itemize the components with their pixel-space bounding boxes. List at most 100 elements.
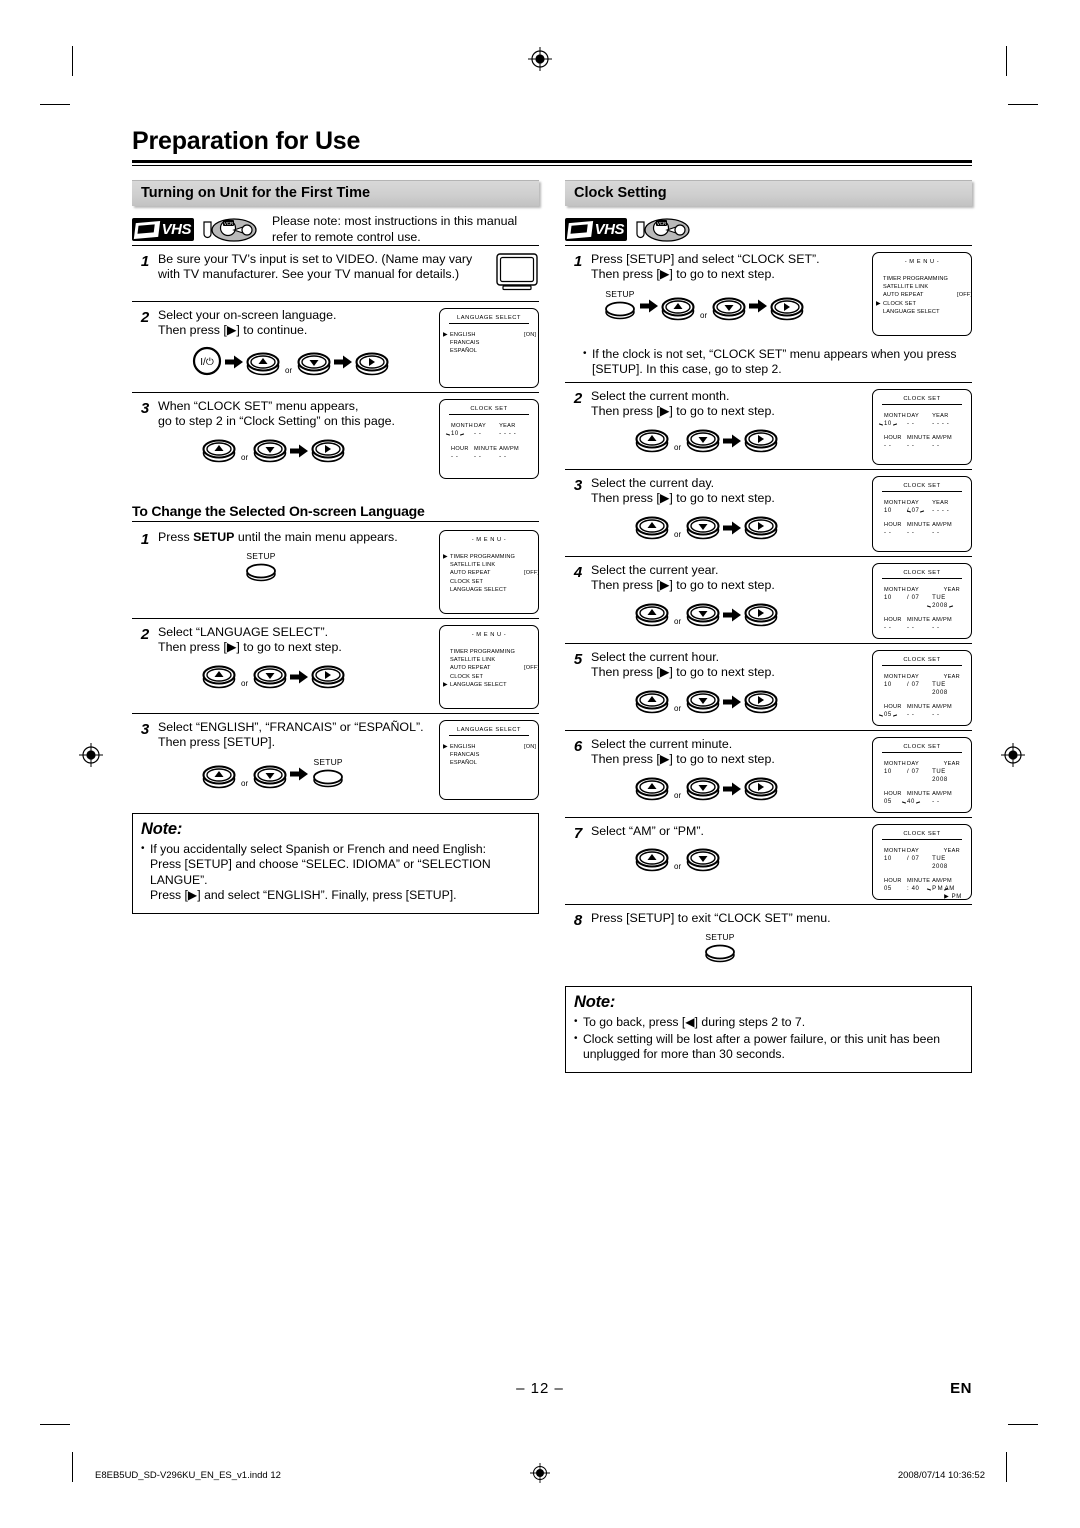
key-right[interactable] — [355, 350, 389, 381]
note-heading: Note: — [574, 993, 616, 1011]
key-down[interactable] — [686, 601, 720, 632]
key-up[interactable] — [661, 295, 695, 326]
osd-title: LANGUAGE SELECT — [457, 314, 521, 321]
key-down[interactable] — [297, 350, 331, 381]
label-year: YEAR — [943, 760, 960, 767]
key-down[interactable] — [712, 295, 746, 326]
label-minute: MINUTE — [907, 434, 931, 441]
key-right[interactable] — [744, 775, 778, 806]
step-text: Press SETUP until the main menu appears. — [158, 529, 398, 544]
osd-row-label: AUTO REPEAT — [883, 292, 924, 299]
value-ampm: - - — [932, 442, 940, 449]
osd-language-select: LANGUAGE SELECT ▶ ENGLISH [ON] FRANCAIS ES… — [439, 719, 539, 800]
key-down[interactable] — [686, 514, 720, 545]
osd-title: CLOCK SET — [903, 743, 941, 750]
label-minute: MINUTE — [907, 790, 931, 797]
crop-mark-tl-v — [72, 46, 73, 76]
osd-row-label: LANGUAGE SELECT — [883, 309, 940, 316]
key-up[interactable] — [202, 663, 236, 694]
value-month: 10 — [884, 507, 892, 514]
key-setup[interactable]: SETUP — [311, 757, 345, 794]
tv-icon — [496, 252, 538, 290]
value-weekday: TUE — [932, 768, 946, 775]
osd-row-label: TIMER PROGRAMMING — [450, 553, 516, 560]
setup-bracket-label: SETUP — [193, 529, 235, 544]
value-minute: - - — [907, 624, 915, 631]
key-or-label: or — [674, 616, 682, 626]
footer-filename: E8EB5UD_SD-V296KU_EN_ES_v1.indd 12 — [95, 1470, 281, 1481]
osd-row-label: TIMER PROGRAMMING — [450, 648, 516, 655]
key-up[interactable] — [246, 350, 280, 381]
slash: / — [907, 594, 910, 601]
arrow-icon — [723, 695, 742, 708]
key-down[interactable] — [686, 775, 720, 806]
key-up[interactable] — [635, 601, 669, 632]
key-right[interactable] — [744, 601, 778, 632]
key-right[interactable] — [744, 688, 778, 719]
label-day: DAY — [907, 499, 920, 506]
key-right[interactable] — [770, 295, 804, 326]
key-down[interactable] — [253, 663, 287, 694]
crop-mark-bot-h2 — [1008, 1424, 1038, 1425]
step-row: 2 Select the current month. Then press [… — [565, 383, 972, 469]
label-ampm: AM/PM — [932, 790, 952, 797]
key-down[interactable] — [686, 688, 720, 719]
note-item: If you accidentally select Spanish or Fr… — [141, 841, 530, 904]
osd-clock-body: MONTH DAY YEAR 10 / 07 TUE 2008 HOUR MINUTE AM… — [873, 579, 971, 632]
key-up[interactable] — [635, 514, 669, 545]
step-number: 3 — [140, 720, 150, 738]
label-hour: HOUR — [884, 877, 902, 884]
key-down[interactable] — [253, 437, 287, 468]
value-year: 2008 — [932, 863, 948, 870]
key-up[interactable] — [635, 775, 669, 806]
key-up[interactable] — [635, 688, 669, 719]
key-setup[interactable]: SETUP — [603, 289, 637, 326]
arrow-icon — [290, 670, 309, 683]
label-year: YEAR — [932, 412, 949, 419]
key-right[interactable] — [311, 437, 345, 468]
osd-row: TIMER PROGRAMMING — [883, 275, 971, 283]
cassette-icon — [132, 219, 162, 241]
key-sequence: or SETUP — [202, 757, 435, 794]
key-setup[interactable]: SETUP — [244, 552, 278, 588]
step-text: Select the current month. Then press [▶]… — [591, 388, 775, 419]
label-minute: MINUTE — [474, 445, 498, 452]
vhs-label: VHS — [594, 221, 625, 238]
label-hour: HOUR — [884, 790, 902, 797]
cursor-icon: ▶ — [443, 682, 448, 689]
osd-row-value: [OFF] — [524, 570, 540, 577]
crop-mark-tr-v — [1006, 46, 1007, 76]
step-aside: - M E N U - TIMER PROGRAMMING SATELLITE … — [439, 624, 539, 709]
arrow-icon — [723, 434, 742, 447]
key-sequence: SETUP — [703, 933, 968, 969]
key-right[interactable] — [744, 427, 778, 458]
key-setup[interactable]: SETUP — [703, 933, 737, 969]
osd-row: ESPAÑOL — [450, 347, 538, 355]
value-minute: - - — [907, 711, 915, 718]
key-down[interactable] — [686, 427, 720, 458]
value-ampm: - - — [499, 453, 507, 460]
note-line-2: Press [SETUP] and choose “SELEC. IDIOMA”… — [150, 857, 491, 887]
label-minute: MINUTE — [907, 877, 931, 884]
osd-clock-values: 10 - - - - - - — [451, 430, 527, 438]
step-number: 4 — [573, 563, 583, 581]
key-down[interactable] — [253, 763, 287, 794]
key-up[interactable] — [635, 846, 669, 877]
key-power[interactable]: I/⏻ — [192, 346, 222, 381]
key-right[interactable] — [311, 663, 345, 694]
registration-mark-left — [78, 742, 104, 768]
key-up[interactable] — [635, 427, 669, 458]
key-up[interactable] — [202, 437, 236, 468]
osd-language-select: LANGUAGE SELECT ▶ ENGLISH [ON] FRANCAIS ES… — [439, 307, 539, 388]
osd-row-label: CLOCK SET — [450, 673, 484, 680]
key-up[interactable] — [202, 763, 236, 794]
key-right[interactable] — [744, 514, 778, 545]
step-aside — [495, 252, 539, 297]
osd-menu-list: ▶ ENGLISH [ON] FRANCAIS ESPAÑOL — [440, 736, 538, 768]
value-month: 10 — [884, 420, 892, 427]
osd-row-label: ESPAÑOL — [450, 348, 478, 355]
key-down[interactable] — [686, 846, 720, 877]
slash: / — [907, 855, 910, 862]
osd-clock-body: MONTH DAY YEAR 10 / 07 TUE 2008 HOUR MINUTE AM… — [873, 840, 971, 900]
step-row: 8 Press [SETUP] to exit “CLOCK SET” menu… — [565, 905, 972, 978]
